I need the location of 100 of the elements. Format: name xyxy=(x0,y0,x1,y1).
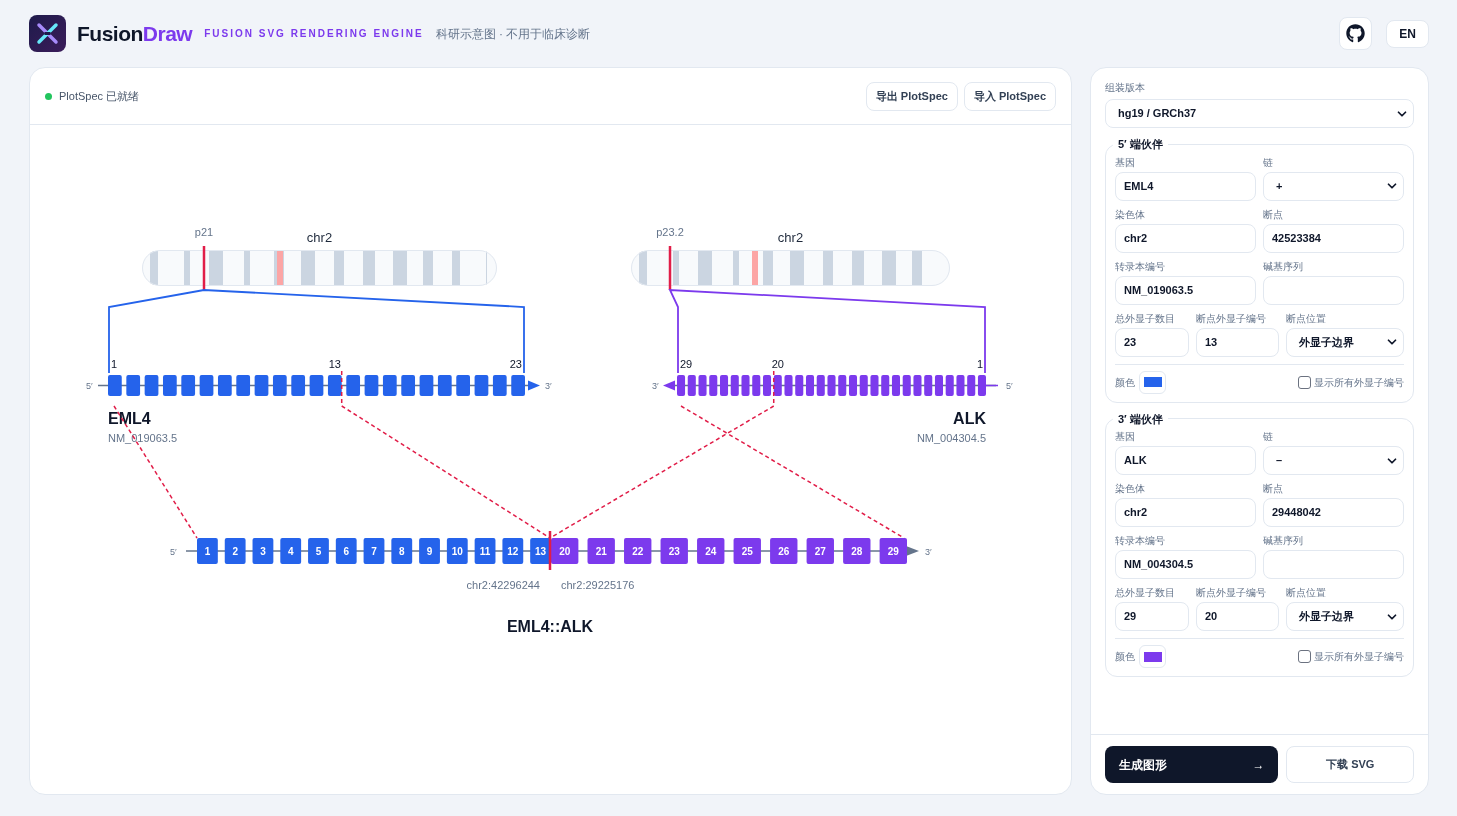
language-button[interactable]: EN xyxy=(1386,19,1429,48)
fusion-exon-block xyxy=(733,538,761,564)
exon-block xyxy=(126,375,141,396)
exon-number: 28 xyxy=(851,546,863,557)
exon-number: 5 xyxy=(315,546,322,557)
download-button[interactable]: 下载 SVG xyxy=(1286,746,1414,783)
fusion-exon-block xyxy=(879,538,907,564)
exon-block xyxy=(291,375,306,396)
field-label: 断点 xyxy=(1263,482,1284,496)
exon-number-label: 1 xyxy=(111,358,118,370)
exon-block xyxy=(272,375,287,396)
transcript-input[interactable]: NM_019063.5 xyxy=(1115,275,1256,305)
fusion-exon-block xyxy=(419,538,440,564)
exon-block xyxy=(720,375,729,396)
fusion-exon-block xyxy=(770,538,798,564)
exon-block xyxy=(934,375,943,396)
export-button[interactable]: 导出 PlotSpec xyxy=(865,81,958,111)
field-label: 颜色 xyxy=(1115,375,1135,390)
exon-block xyxy=(677,375,686,396)
fusion-exon-block xyxy=(697,538,725,564)
end-label: 5′ xyxy=(86,381,93,391)
field-label: 碱基序列 xyxy=(1263,534,1304,548)
exon-block xyxy=(687,375,696,396)
exon-number: 27 xyxy=(814,546,826,557)
breakpoint-exon-input[interactable]: 20 xyxy=(1196,602,1279,631)
position-select[interactable]: 外显子边界 xyxy=(1286,602,1404,631)
strand-select[interactable]: + xyxy=(1263,171,1404,201)
sequence-input[interactable] xyxy=(1263,275,1404,305)
breakpoint-marker xyxy=(202,246,206,290)
sequence-input[interactable] xyxy=(1263,550,1404,579)
transcript-input[interactable]: NM_004304.5 xyxy=(1115,550,1256,579)
exon-block xyxy=(511,375,525,396)
exon-block xyxy=(881,375,890,396)
exon-block xyxy=(181,375,196,396)
strand-select[interactable]: – xyxy=(1263,446,1404,475)
exon-number: 2 xyxy=(232,546,238,557)
total-exons-input[interactable]: 23 xyxy=(1115,327,1189,357)
exon-number: 22 xyxy=(632,546,644,557)
end-label: 5′ xyxy=(170,547,177,557)
field-label: 基因 xyxy=(1115,430,1136,444)
checkbox[interactable] xyxy=(1298,650,1311,663)
field-label: 基因 xyxy=(1115,155,1136,170)
breakpoint-input[interactable]: 42523384 xyxy=(1263,223,1404,253)
github-button[interactable] xyxy=(1339,17,1372,50)
fusion-exon-block xyxy=(363,538,385,564)
field-label: 断点外显子编号 xyxy=(1196,586,1267,600)
exon-block xyxy=(967,375,976,396)
band-label: p21 xyxy=(194,226,214,238)
exon-block xyxy=(144,375,159,396)
exon-number: 21 xyxy=(595,546,607,557)
breakpoint-coordinate: chr2:42296244 xyxy=(466,579,540,591)
chromosome-label: chr2 xyxy=(306,230,333,245)
end-label: 3′ xyxy=(925,547,932,557)
exon-number: 6 xyxy=(343,546,349,557)
breakpoint-exon-input[interactable]: 13 xyxy=(1196,327,1279,357)
gene-name: EML4 xyxy=(108,410,151,427)
chromosome-input[interactable]: chr2 xyxy=(1115,498,1256,527)
fusion-exon-block xyxy=(335,538,357,564)
exon-number: 3 xyxy=(260,546,266,557)
exon-block xyxy=(902,375,911,396)
gene-input[interactable]: EML4 xyxy=(1115,171,1256,201)
exon-block xyxy=(730,375,739,396)
exon-block xyxy=(870,375,879,396)
end-label: 5′ xyxy=(1006,381,1013,391)
assembly-select[interactable]: hg19 / GRCh37 xyxy=(1105,99,1414,128)
position-select[interactable]: 外显子边界 xyxy=(1286,327,1404,357)
fusion-exon-block xyxy=(660,538,688,564)
exon-block xyxy=(199,375,214,396)
band-label: p23.2 xyxy=(656,226,684,238)
exon-block xyxy=(218,375,232,396)
exon-block xyxy=(945,375,954,396)
field-label: 转录本编号 xyxy=(1115,534,1166,548)
fusion-exon-block xyxy=(280,538,302,564)
generate-button[interactable]: 生成图形 → xyxy=(1105,746,1279,783)
exon-block xyxy=(492,375,507,396)
exon-block xyxy=(838,375,847,396)
total-exons-input[interactable]: 29 xyxy=(1115,602,1189,631)
checkbox-label: 显示所有外显子编号 xyxy=(1314,650,1404,664)
fusion-exon-block xyxy=(446,538,468,564)
exon-block xyxy=(795,375,804,396)
exon-block xyxy=(859,375,868,396)
field-label: 碱基序列 xyxy=(1263,259,1304,274)
exon-block xyxy=(236,375,251,396)
breakpoint-coordinate: chr2:29225176 xyxy=(561,579,635,591)
checkbox[interactable] xyxy=(1298,375,1311,389)
exon-block xyxy=(741,375,750,396)
color-picker[interactable] xyxy=(1139,370,1166,394)
exon-number-label: 29 xyxy=(680,358,693,370)
exon-block xyxy=(474,375,489,396)
fusion-exon-block xyxy=(197,538,218,564)
color-picker[interactable] xyxy=(1139,645,1166,668)
import-button[interactable]: 导入 PlotSpec xyxy=(963,81,1056,111)
field-label: 链 xyxy=(1263,430,1274,444)
exon-number: 8 xyxy=(399,546,405,557)
chromosome-label: chr2 xyxy=(777,230,804,245)
chromosome-input[interactable]: chr2 xyxy=(1115,223,1256,253)
field-label: 断点外显子编号 xyxy=(1196,311,1267,326)
exon-number: 4 xyxy=(287,546,294,557)
gene-input[interactable]: ALK xyxy=(1115,446,1256,475)
breakpoint-input[interactable]: 29448042 xyxy=(1263,498,1404,527)
